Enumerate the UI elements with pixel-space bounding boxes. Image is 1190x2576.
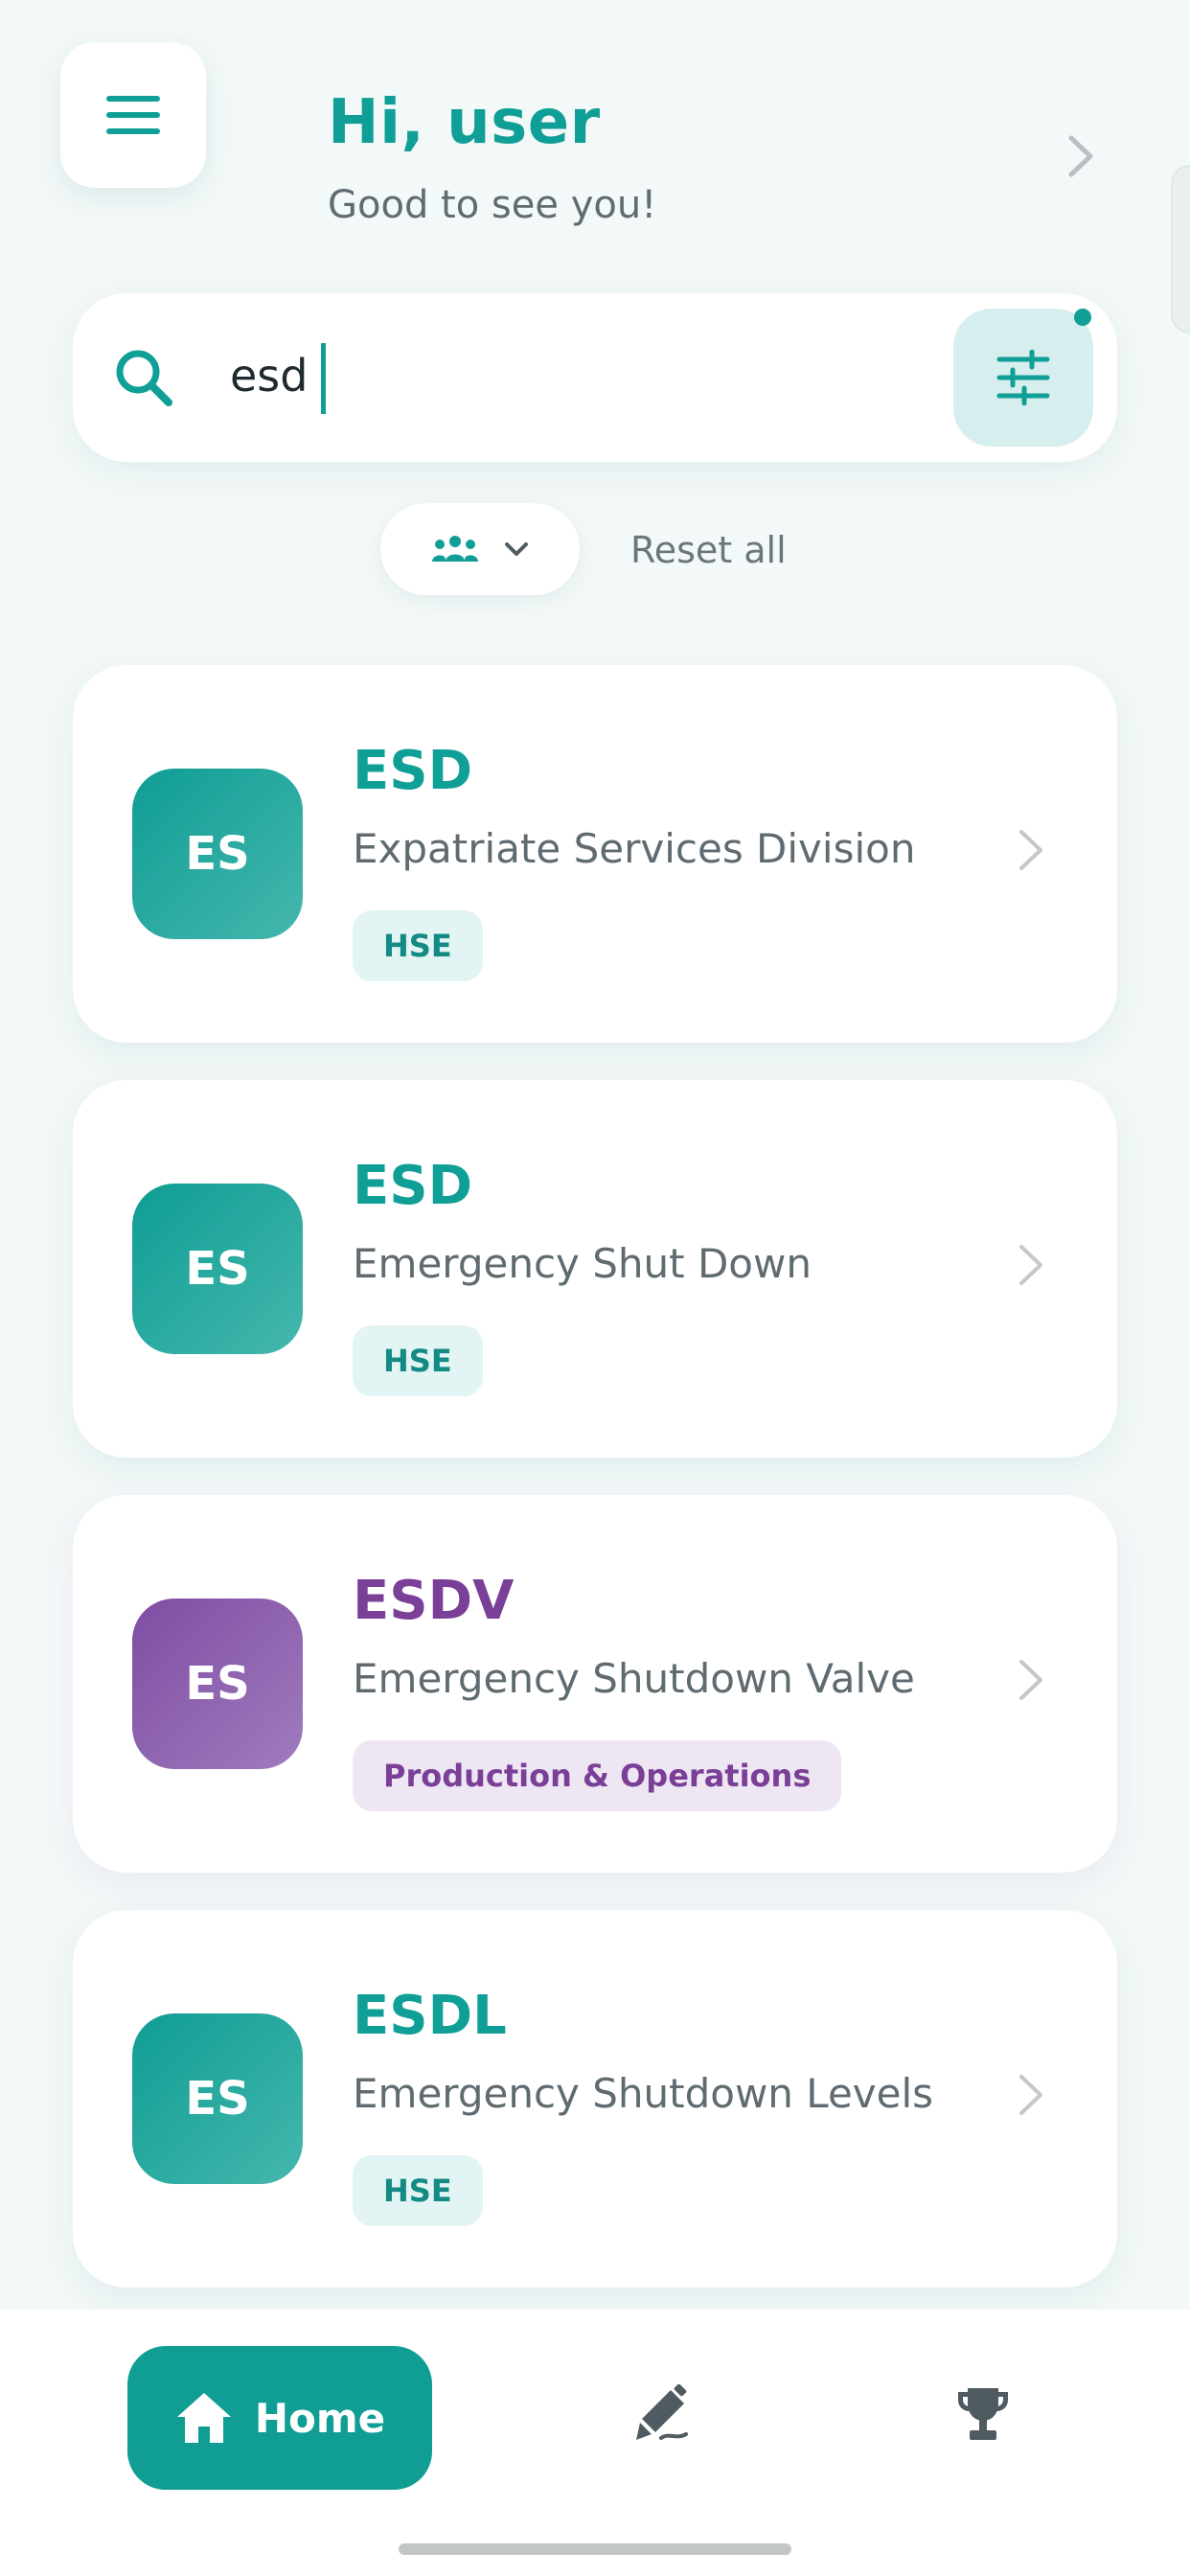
full-name: Expatriate Services Division	[353, 825, 916, 872]
abbreviation-title: ESDL	[353, 1985, 507, 2047]
category-tag: Production & Operations	[353, 1740, 842, 1811]
abbreviation-title: ESD	[353, 740, 473, 802]
chevron-down-icon	[505, 542, 528, 556]
nav-home-label: Home	[254, 2394, 386, 2442]
category-tag: HSE	[353, 910, 483, 981]
chevron-right-icon	[1019, 1245, 1042, 1285]
side-panel-handle[interactable]	[1171, 165, 1190, 334]
result-card[interactable]: ES ESDV Emergency Shutdown Valve Product…	[73, 1495, 1117, 1873]
home-icon	[176, 2393, 231, 2443]
chevron-right-icon	[1019, 2075, 1042, 2115]
result-card[interactable]: ES ESD Expatriate Services Division HSE	[73, 665, 1117, 1043]
chevron-right-icon[interactable]	[1064, 134, 1098, 178]
reset-all-button[interactable]: Reset all	[630, 525, 787, 575]
team-icon	[432, 536, 478, 562]
trophy-icon[interactable]	[954, 2386, 1012, 2442]
abbreviation-title: ESD	[353, 1155, 473, 1217]
home-indicator	[399, 2543, 791, 2555]
filter-active-indicator	[1074, 309, 1091, 326]
category-tag: HSE	[353, 2155, 483, 2226]
avatar: ES	[132, 1184, 303, 1354]
result-card[interactable]: ES ESD Emergency Shut Down HSE	[73, 1080, 1117, 1458]
full-name: Emergency Shutdown Valve	[353, 1655, 915, 1702]
abbreviation-title: ESDV	[353, 1570, 515, 1632]
menu-icon	[106, 96, 160, 134]
avatar: ES	[132, 1598, 303, 1769]
text-cursor	[321, 343, 326, 414]
menu-button[interactable]	[60, 42, 206, 188]
greeting-title: Hi, user	[328, 87, 601, 158]
team-filter-dropdown[interactable]	[380, 503, 580, 595]
result-card[interactable]: ES ESDL Emergency Shutdown Levels HSE	[73, 1910, 1117, 2288]
filter-button[interactable]	[953, 309, 1093, 447]
greeting-subtitle: Good to see you!	[328, 183, 657, 227]
chevron-right-icon	[1019, 1660, 1042, 1700]
category-tag: HSE	[353, 1325, 483, 1396]
avatar: ES	[132, 2013, 303, 2184]
avatar: ES	[132, 769, 303, 939]
sliders-icon	[996, 350, 1050, 405]
search-icon	[116, 350, 172, 406]
full-name: Emergency Shutdown Levels	[353, 2070, 934, 2117]
edit-pen-icon[interactable]	[634, 2384, 694, 2444]
chevron-right-icon	[1019, 830, 1042, 870]
nav-home-button[interactable]: Home	[127, 2346, 432, 2490]
full-name: Emergency Shut Down	[353, 1240, 812, 1287]
search-input[interactable]	[230, 337, 901, 414]
